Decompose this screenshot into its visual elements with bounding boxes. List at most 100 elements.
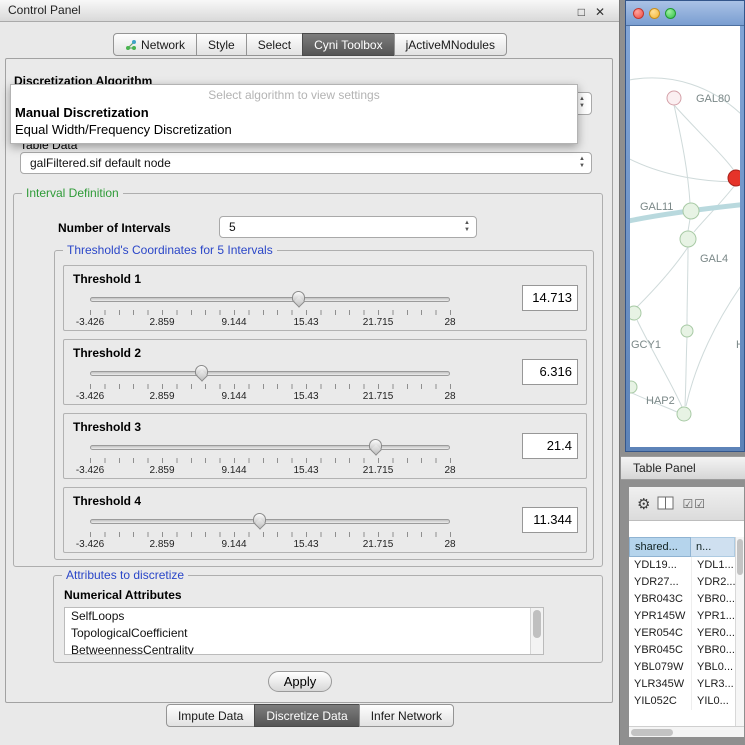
algorithm-dropdown: Select algorithm to view settings Manual… <box>10 84 578 144</box>
slider-track[interactable] <box>90 297 450 302</box>
tab-style[interactable]: Style <box>196 33 247 56</box>
apply-button[interactable]: Apply <box>268 671 332 692</box>
table-row[interactable]: YPR145WYPR1... <box>629 608 735 625</box>
slider-ticks <box>90 532 451 537</box>
combo-arrows-icon: ▲▼ <box>464 220 470 234</box>
window-buttons: □ ✕ <box>578 2 605 23</box>
table-header-row: shared... n... <box>629 537 735 557</box>
slider-track[interactable] <box>90 445 450 450</box>
network-node-gcy1[interactable] <box>630 306 641 320</box>
slider-tick-labels: -3.426 2.859 9.144 15.43 21.715 28 <box>90 465 450 477</box>
thresholds-group: Threshold's Coordinates for 5 Intervals … <box>54 250 594 560</box>
dropdown-placeholder: Select algorithm to view settings <box>11 85 577 104</box>
table-row[interactable]: YLR345WYLR3... <box>629 676 735 693</box>
tab-label: Style <box>208 38 235 52</box>
tab-label: Network <box>141 38 185 52</box>
gear-icon[interactable]: ⚙ <box>637 495 650 513</box>
checkbox-icons[interactable]: ☑☑ <box>682 497 706 511</box>
dropdown-option-manual-discretization[interactable]: Manual Discretization <box>11 104 577 121</box>
slider-thumb[interactable] <box>195 365 208 376</box>
slider-thumb[interactable] <box>253 513 266 524</box>
threshold-4-slider[interactable]: -3.426 2.859 9.144 15.43 21.715 28 <box>90 512 452 552</box>
dropdown-option-equal-width-frequency[interactable]: Equal Width/Frequency Discretization <box>11 121 577 138</box>
control-panel-tabs: Network Style Select Cyni Toolbox jActiv… <box>0 33 620 56</box>
table-row[interactable]: YBL079WYBL0... <box>629 659 735 676</box>
threshold-1-slider[interactable]: -3.426 2.859 9.144 15.43 21.715 28 <box>90 290 452 330</box>
network-node-gal80[interactable] <box>667 91 681 105</box>
threshold-3-value-field[interactable]: 21.4 <box>522 433 578 459</box>
tab-cyni-toolbox[interactable]: Cyni Toolbox <box>302 33 394 56</box>
threshold-4-label: Threshold 4 <box>73 494 141 508</box>
table-data-value: galFiltered.sif default node <box>30 156 171 170</box>
column-header-name[interactable]: n... <box>691 537 735 557</box>
numerical-attributes-list[interactable]: SelfLoops TopologicalCoefficient Between… <box>64 607 544 655</box>
table-panel-window: ⚙ ☑☑ shared... n... YDL19...YDL1... YDR2… <box>628 486 745 738</box>
close-window-icon[interactable]: ✕ <box>595 2 605 23</box>
threshold-2-value-field[interactable]: 6.316 <box>522 359 578 385</box>
network-node[interactable] <box>630 381 637 393</box>
table-data-combobox[interactable]: galFiltered.sif default node ▲▼ <box>20 152 592 174</box>
network-canvas[interactable]: GAL80 GAL11 GAL4 GCY1 H HAP2 <box>630 26 740 447</box>
network-node-hap2[interactable] <box>677 407 691 421</box>
list-item[interactable]: TopologicalCoefficient <box>65 625 543 642</box>
tab-infer-network[interactable]: Infer Network <box>359 704 454 727</box>
tab-impute-data[interactable]: Impute Data <box>166 704 255 727</box>
bottom-tabs: Impute Data Discretize Data Infer Networ… <box>0 704 620 727</box>
tab-discretize-data[interactable]: Discretize Data <box>254 704 359 727</box>
number-of-intervals-combobox[interactable]: 5 ▲▼ <box>219 216 477 238</box>
numerical-attributes-heading: Numerical Attributes <box>64 588 182 602</box>
table-row[interactable]: YBR045CYBR0... <box>629 642 735 659</box>
list-scrollbar[interactable] <box>530 608 543 654</box>
slider-thumb[interactable] <box>369 439 382 450</box>
threshold-3-slider[interactable]: -3.426 2.859 9.144 15.43 21.715 28 <box>90 438 452 478</box>
network-graph: GAL80 GAL11 GAL4 GCY1 H HAP2 <box>630 26 740 447</box>
slider-ticks <box>90 310 451 315</box>
scrollbar-thumb[interactable] <box>533 610 541 638</box>
table-row[interactable]: YER054CYER0... <box>629 625 735 642</box>
table-toolbar: ⚙ ☑☑ <box>629 487 744 521</box>
network-node-gal4[interactable] <box>680 231 696 247</box>
scrollbar-thumb[interactable] <box>737 539 743 575</box>
threshold-3-box: Threshold 3 -3.426 2.859 9.144 15.43 21.… <box>63 413 587 479</box>
tab-select[interactable]: Select <box>246 33 303 56</box>
table-row[interactable]: YDL19...YDL1... <box>629 557 735 574</box>
slider-track[interactable] <box>90 371 450 376</box>
list-item[interactable]: SelfLoops <box>65 608 543 625</box>
table-horizontal-scrollbar[interactable] <box>629 726 744 737</box>
control-panel-window: Control Panel □ ✕ Network Style Select C… <box>0 0 620 745</box>
slider-thumb[interactable] <box>292 291 305 302</box>
network-node[interactable] <box>681 325 693 337</box>
network-node-selected-red[interactable] <box>728 170 740 186</box>
control-panel-titlebar: Control Panel □ ✕ <box>0 0 619 22</box>
zoom-traffic-light-icon[interactable] <box>665 8 676 19</box>
interval-definition-group: Interval Definition Number of Intervals … <box>13 193 603 567</box>
slider-tick-labels: -3.426 2.859 9.144 15.43 21.715 28 <box>90 539 450 551</box>
attributes-title: Attributes to discretize <box>62 568 188 582</box>
threshold-1-value-field[interactable]: 14.713 <box>522 285 578 311</box>
tab-jactivemnodules[interactable]: jActiveMNodules <box>394 33 507 56</box>
float-window-icon[interactable]: □ <box>578 2 585 23</box>
column-header-shared-name[interactable]: shared... <box>629 537 691 557</box>
column-table-icon[interactable] <box>657 496 675 511</box>
network-window-titlebar[interactable] <box>626 1 744 26</box>
slider-track[interactable] <box>90 519 450 524</box>
threshold-1-box: Threshold 1 -3.426 2.859 9.144 15.43 21.… <box>63 265 587 331</box>
table-vertical-scrollbar[interactable] <box>735 537 744 726</box>
table-body: YDL19...YDL1... YDR27...YDR2... YBR043CY… <box>629 557 735 710</box>
minimize-traffic-light-icon[interactable] <box>649 8 660 19</box>
threshold-2-slider[interactable]: -3.426 2.859 9.144 15.43 21.715 28 <box>90 364 452 404</box>
table-row[interactable]: YIL052CYIL0... <box>629 693 735 710</box>
table-row[interactable]: YBR043CYBR0... <box>629 591 735 608</box>
scrollbar-thumb[interactable] <box>631 729 673 736</box>
list-item[interactable]: BetweennessCentrality <box>65 642 543 655</box>
node-label-partial: H <box>736 339 740 351</box>
threshold-4-value-field[interactable]: 11.344 <box>522 507 578 533</box>
tab-network[interactable]: Network <box>113 33 197 56</box>
tab-label: Select <box>258 38 291 52</box>
network-node[interactable] <box>683 203 699 219</box>
table-row[interactable]: YDR27...YDR2... <box>629 574 735 591</box>
threshold-2-box: Threshold 2 -3.426 2.859 9.144 15.43 21.… <box>63 339 587 405</box>
tab-label: jActiveMNodules <box>406 38 495 52</box>
slider-tick-labels: -3.426 2.859 9.144 15.43 21.715 28 <box>90 317 450 329</box>
close-traffic-light-icon[interactable] <box>633 8 644 19</box>
